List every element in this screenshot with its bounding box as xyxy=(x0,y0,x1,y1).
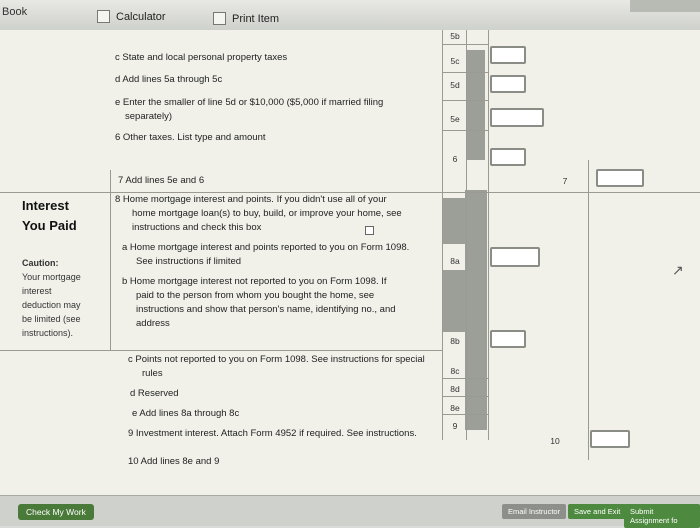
input-5c[interactable] xyxy=(490,46,526,64)
divider xyxy=(442,378,488,379)
shaded-column xyxy=(465,190,487,430)
label-8e: 8e xyxy=(450,403,460,413)
line-5c-text: c State and local personal property taxe… xyxy=(115,52,288,63)
label-10: 10 xyxy=(550,436,560,446)
input-5e[interactable] xyxy=(490,108,544,127)
label-7: 7 xyxy=(562,176,568,186)
interest-title-1: Interest xyxy=(22,198,69,213)
line-8a-text-1: a Home mortgage interest and points repo… xyxy=(122,242,410,253)
line-8-text-2: home mortgage loan(s) to buy, build, or … xyxy=(132,208,402,219)
mouse-cursor-icon: ↗ xyxy=(672,262,684,278)
caution-line-2: interest xyxy=(22,286,52,296)
label-5e: 5e xyxy=(450,114,460,124)
interest-title-2: You Paid xyxy=(22,218,77,233)
label-8c: 8c xyxy=(450,366,460,376)
shaded-column xyxy=(443,198,465,244)
check-my-work-button[interactable]: Check My Work xyxy=(18,504,94,520)
line5b-cut xyxy=(115,26,118,37)
input-8b[interactable] xyxy=(490,330,526,348)
line-5e-text-1: e Enter the smaller of line 5d or $10,00… xyxy=(115,97,384,108)
divider xyxy=(442,130,488,131)
line-8b-text-4: address xyxy=(136,318,170,329)
line-8b-text-2: paid to the person from whom you bought … xyxy=(136,290,375,301)
divider xyxy=(442,396,488,397)
line-8b-text-3: instructions and show that person's name… xyxy=(136,304,396,315)
line-6-text: 6 Other taxes. List type and amount xyxy=(115,132,266,143)
save-and-exit-button[interactable]: Save and Exit xyxy=(568,504,627,519)
label-5d: 5d xyxy=(450,80,460,90)
line-9-text: 9 Investment interest. Attach Form 4952 … xyxy=(128,428,417,439)
shaded-column xyxy=(467,50,485,160)
schedule-a-form: 5b c State and local personal property t… xyxy=(0,30,700,495)
input-8a[interactable] xyxy=(490,247,540,267)
line-8-text-3: instructions and check this box xyxy=(132,222,262,233)
divider xyxy=(442,100,488,101)
input-6[interactable] xyxy=(490,148,526,166)
shaded-column xyxy=(443,270,465,332)
label-8a: 8a xyxy=(450,256,460,266)
input-10[interactable] xyxy=(590,430,630,448)
caution-line-4: be limited (see xyxy=(22,314,81,324)
divider xyxy=(588,160,589,460)
line-8c-text-1: c Points not reported to you on Form 109… xyxy=(128,354,425,365)
caution-line-5: instructions). xyxy=(22,328,74,338)
divider xyxy=(442,44,488,45)
print-item-label: Print Item xyxy=(232,12,280,25)
bottom-toolbar: Check My Work Email Instructor Save and … xyxy=(0,495,700,528)
label-8b: 8b xyxy=(450,336,460,346)
line-8c-text-2: rules xyxy=(142,368,163,379)
line-8b-text-1: b Home mortgage interest not reported to… xyxy=(122,276,387,287)
divider xyxy=(110,170,111,350)
email-instructor-button[interactable]: Email Instructor xyxy=(502,504,567,519)
print-item-button[interactable]: Print Item xyxy=(213,12,279,25)
line-5d-text: d Add lines 5a through 5c xyxy=(115,74,223,85)
line-8e-text: e Add lines 8a through 8c xyxy=(132,408,240,419)
input-5d[interactable] xyxy=(490,75,526,93)
label-5c: 5c xyxy=(450,56,460,66)
book-label[interactable]: Book xyxy=(2,6,27,18)
line-5e-text-2: separately) xyxy=(125,111,172,122)
line-8-checkbox[interactable] xyxy=(365,226,374,235)
calculator-button[interactable]: Calculator xyxy=(97,10,166,23)
label-5b: 5b xyxy=(450,31,460,41)
line-8a-text-2: See instructions if limited xyxy=(136,256,242,267)
app-toolbar: Book Calculator Print Item xyxy=(0,0,700,31)
calculator-icon xyxy=(97,10,110,23)
divider xyxy=(442,72,488,73)
submit-assignment-button[interactable]: Submit Assignment fo xyxy=(624,504,700,528)
calculator-label: Calculator xyxy=(116,10,166,23)
label-8d: 8d xyxy=(450,384,460,394)
caution-line-1: Your mortgage xyxy=(22,272,81,282)
divider xyxy=(488,30,489,440)
caution-title: Caution: xyxy=(22,258,59,268)
label-9: 9 xyxy=(452,421,458,431)
divider xyxy=(0,192,700,193)
line-8-text-1: 8 Home mortgage interest and points. If … xyxy=(115,194,387,205)
label-6: 6 xyxy=(452,154,458,164)
divider xyxy=(0,350,442,351)
divider xyxy=(442,414,488,415)
caution-line-3: deduction may xyxy=(22,300,81,310)
line-8d-text: d Reserved xyxy=(130,388,179,399)
printer-icon xyxy=(213,12,226,25)
line-7-text: 7 Add lines 5e and 6 xyxy=(118,175,205,186)
input-7[interactable] xyxy=(596,169,644,187)
top-right-controls[interactable] xyxy=(630,0,700,12)
line-10-text: 10 Add lines 8e and 9 xyxy=(128,456,220,467)
